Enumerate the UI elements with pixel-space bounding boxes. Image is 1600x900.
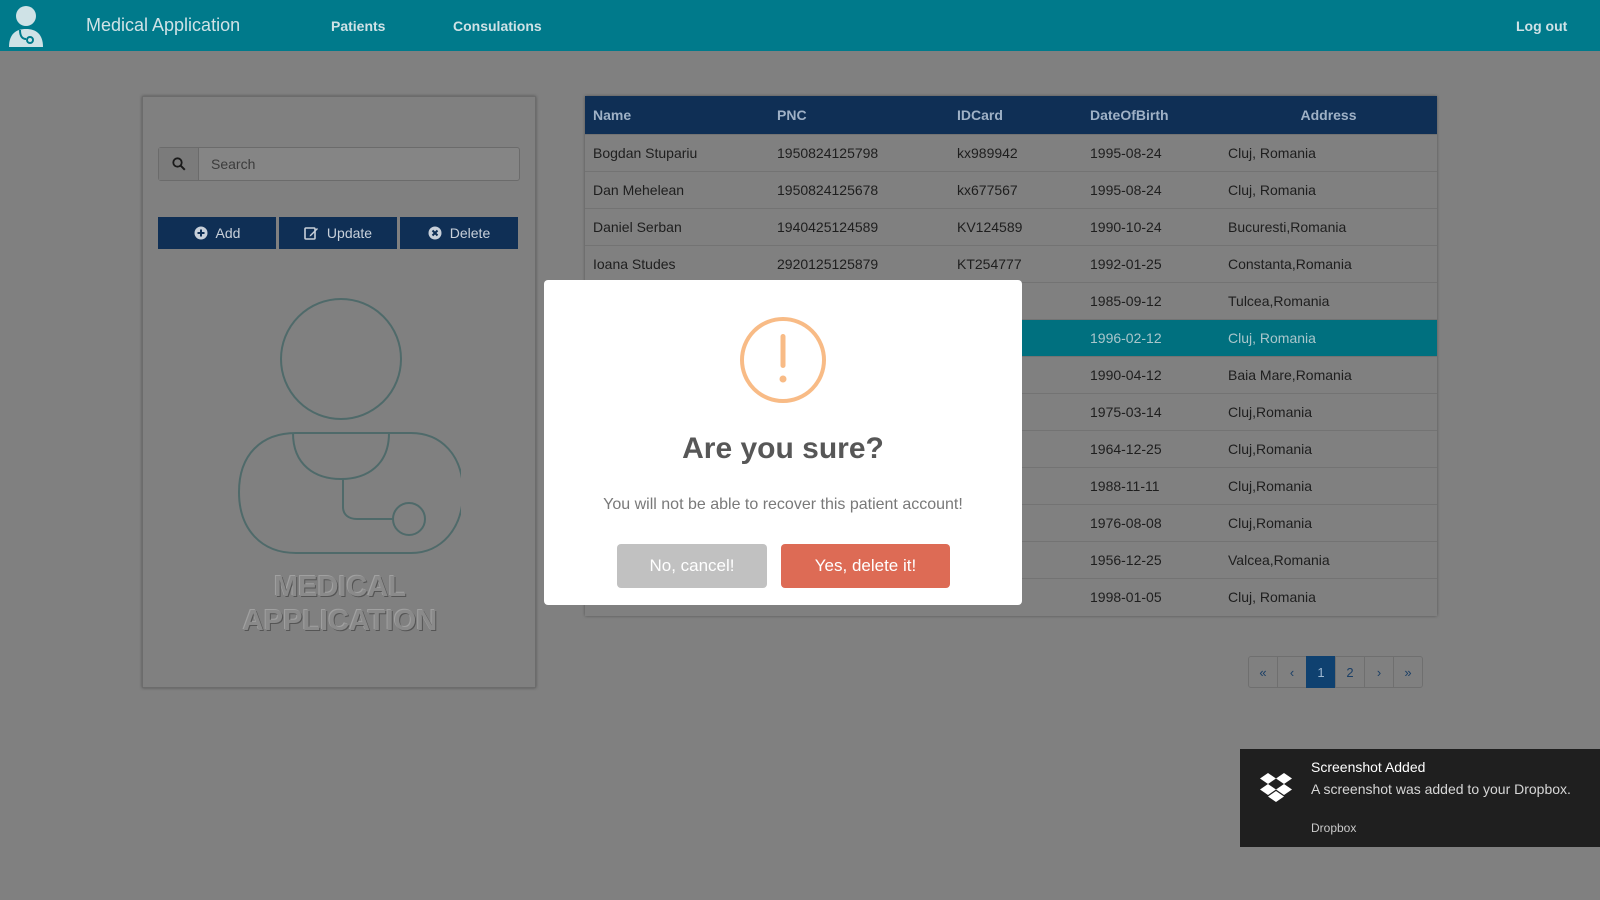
- add-button-label: Add: [215, 225, 241, 241]
- table-cell: 1964-12-25: [1090, 440, 1162, 457]
- table-cell: 1950824125678: [777, 181, 879, 198]
- table-cell: Cluj, Romania: [1228, 329, 1316, 346]
- table-cell: kx677567: [957, 181, 1018, 198]
- page-first-button[interactable]: «: [1248, 656, 1278, 688]
- dropbox-icon: [1260, 773, 1292, 802]
- column-header-address[interactable]: Address: [1220, 96, 1437, 134]
- column-header-dateofbirth[interactable]: DateOfBirth: [1082, 96, 1220, 134]
- patient-actions-panel: Add Update Delete MEDICAL APPLICATION: [142, 96, 536, 688]
- dropbox-notification[interactable]: Screenshot Added A screenshot was added …: [1240, 749, 1600, 847]
- page-2-button[interactable]: 2: [1335, 656, 1365, 688]
- remove-circle-icon: [428, 226, 442, 240]
- confirm-delete-dialog: Are you sure? You will not be able to re…: [544, 280, 1022, 605]
- page-1-button[interactable]: 1: [1306, 656, 1336, 688]
- add-button[interactable]: Add: [158, 217, 276, 249]
- app-brand[interactable]: Medical Application: [86, 15, 240, 36]
- dialog-message: You will not be able to recover this pat…: [603, 496, 963, 513]
- search-icon: [171, 157, 186, 171]
- table-cell: 1976-08-08: [1090, 514, 1162, 531]
- table-cell: Valcea,Romania: [1228, 551, 1330, 568]
- table-cell: Cluj,Romania: [1228, 477, 1313, 494]
- warning-icon: [740, 317, 826, 403]
- table-cell: Tulcea,Romania: [1228, 292, 1330, 309]
- table-cell: Bucuresti,Romania: [1228, 218, 1347, 235]
- nav-link-consultations[interactable]: Consulations: [453, 18, 542, 34]
- table-cell: Cluj, Romania: [1228, 144, 1316, 161]
- table-cell: kx989942: [957, 144, 1018, 161]
- table-row[interactable]: Daniel Serban 1940425124589 KV124589 1990-1…: [585, 208, 1437, 245]
- notification-body: A screenshot was added to your Dropbox.: [1311, 781, 1571, 797]
- table-cell: Cluj,Romania: [1228, 403, 1313, 420]
- table-cell: Cluj,Romania: [1228, 514, 1313, 531]
- search-group: [158, 147, 520, 181]
- table-cell: 1950824125798: [777, 144, 879, 161]
- navbar: Medical Application Patients Consulation…: [0, 0, 1600, 51]
- table-cell: Baia Mare,Romania: [1228, 366, 1352, 383]
- page-last-button[interactable]: »: [1393, 656, 1423, 688]
- update-button-label: Update: [326, 225, 373, 241]
- table-cell: 1992-01-25: [1090, 255, 1162, 272]
- table-cell: 1940425124589: [777, 218, 879, 235]
- table-cell: KT254777: [957, 255, 1022, 272]
- table-cell: Ioana Studes: [593, 255, 676, 272]
- table-row[interactable]: Ioana Studes 2920125125879 KT254777 1992-01…: [585, 245, 1437, 282]
- dialog-title: Are you sure?: [682, 432, 884, 465]
- confirm-delete-button[interactable]: Yes, delete it!: [781, 544, 950, 588]
- doctor-logo-icon: [237, 298, 461, 554]
- table-cell: 2920125125879: [777, 255, 879, 272]
- pagination: «‹ 1 2 ›»: [1248, 656, 1423, 688]
- table-cell: Bogdan Stupariu: [593, 144, 698, 161]
- table-header: Name PNC IDCard DateOfBirth Address: [585, 96, 1437, 134]
- table-cell: Cluj, Romania: [1228, 181, 1316, 198]
- doctor-avatar-icon[interactable]: [6, 4, 46, 48]
- table-cell: 1956-12-25: [1090, 551, 1162, 568]
- column-header-pnc[interactable]: PNC: [769, 96, 949, 134]
- delete-button[interactable]: Delete: [400, 217, 518, 249]
- table-cell: Dan Mehelean: [593, 181, 685, 198]
- table-cell: 1990-04-12: [1090, 366, 1162, 383]
- update-button[interactable]: Update: [279, 217, 397, 249]
- column-header-name[interactable]: Name: [585, 96, 769, 134]
- table-cell: 1998-01-05: [1090, 588, 1162, 605]
- table-cell: Cluj,Romania: [1228, 440, 1313, 457]
- page-next-button[interactable]: ›: [1364, 656, 1394, 688]
- logo-text-line1: MEDICAL: [273, 571, 407, 603]
- logo-text-line2: APPLICATION: [242, 605, 438, 637]
- table-cell: 1990-10-24: [1090, 218, 1162, 235]
- table-cell: 1995-08-24: [1090, 181, 1162, 198]
- notification-title: Screenshot Added: [1311, 759, 1426, 775]
- plus-circle-icon: [194, 226, 208, 240]
- cancel-button[interactable]: No, cancel!: [617, 544, 767, 588]
- column-header-idcard[interactable]: IDCard: [949, 96, 1082, 134]
- delete-button-label: Delete: [449, 225, 491, 241]
- logout-link[interactable]: Log out: [1516, 18, 1567, 34]
- table-cell: 1985-09-12: [1090, 292, 1162, 309]
- table-cell: Cluj, Romania: [1228, 588, 1316, 605]
- search-input[interactable]: [199, 148, 517, 180]
- table-cell: 1988-11-11: [1090, 477, 1160, 494]
- table-cell: Constanta,Romania: [1228, 255, 1352, 272]
- edit-icon: [304, 227, 318, 240]
- action-buttons: Add Update Delete: [158, 217, 520, 249]
- page-prev-button[interactable]: ‹: [1277, 656, 1307, 688]
- search-addon: [159, 148, 199, 180]
- table-cell: 1996-02-12: [1090, 329, 1162, 346]
- table-cell: 1975-03-14: [1090, 403, 1162, 420]
- table-cell: 1995-08-24: [1090, 144, 1162, 161]
- notification-source: Dropbox: [1311, 821, 1357, 835]
- nav-link-patients[interactable]: Patients: [331, 18, 385, 34]
- table-cell: KV124589: [957, 218, 1023, 235]
- table-row[interactable]: Dan Mehelean 1950824125678 kx677567 1995-08…: [585, 171, 1437, 208]
- table-row[interactable]: Bogdan Stupariu 1950824125798 kx989942 1995…: [585, 134, 1437, 171]
- table-cell: Daniel Serban: [593, 218, 682, 235]
